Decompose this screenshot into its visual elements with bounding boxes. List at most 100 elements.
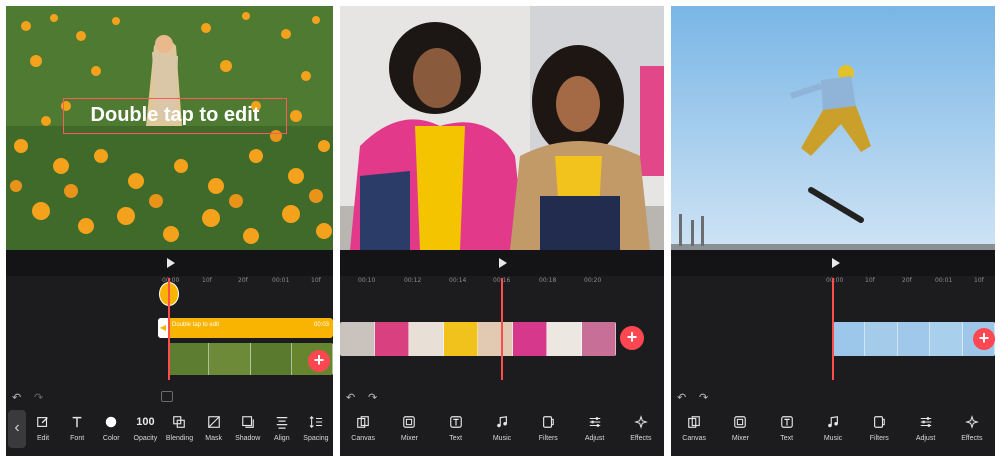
playhead[interactable] bbox=[501, 278, 503, 380]
ruler-label: 00:14 bbox=[449, 277, 467, 284]
adjust-icon bbox=[587, 414, 603, 430]
video-thumbnail bbox=[443, 322, 478, 356]
video-preview[interactable] bbox=[340, 6, 664, 250]
ruler-label: 00:18 bbox=[539, 277, 557, 284]
redo-icon[interactable]: ↷ bbox=[34, 391, 43, 404]
history-controls: ↶ ↷ bbox=[346, 391, 406, 405]
text-editor-screen: Double tap to edit 00:00 10f 20f 00:01 1… bbox=[6, 6, 333, 456]
tool-opacity[interactable]: 100 Opacity bbox=[128, 408, 162, 456]
tool-mixer[interactable]: Mixer bbox=[386, 408, 432, 456]
main-editor-screen: 00:10 00:12 00:14 00:16 00:18 00:20 + ↶ … bbox=[340, 6, 664, 456]
video-thumbnail bbox=[340, 322, 375, 356]
tool-label: Filters bbox=[538, 435, 558, 442]
play-icon[interactable] bbox=[832, 258, 840, 268]
play-icon[interactable] bbox=[167, 258, 175, 268]
history-controls: ↶ ↷ bbox=[12, 391, 72, 405]
video-thumbnail bbox=[897, 322, 931, 356]
ruler-label: 10f bbox=[202, 277, 212, 284]
split-icon[interactable] bbox=[161, 391, 173, 402]
video-track[interactable] bbox=[340, 322, 616, 356]
video-thumbnail bbox=[865, 322, 898, 356]
tool-label: Text bbox=[780, 435, 794, 442]
tool-music[interactable]: Music bbox=[479, 408, 525, 456]
tool-label: Align bbox=[274, 435, 290, 442]
tool-label: Color bbox=[102, 435, 120, 442]
tool-spacing[interactable]: Spacing bbox=[299, 408, 333, 456]
video-track[interactable] bbox=[833, 322, 995, 356]
adjust-icon bbox=[918, 414, 934, 430]
tool-filters[interactable]: Filters bbox=[856, 408, 902, 456]
tool-align[interactable]: Align bbox=[265, 408, 299, 456]
clip-handle-left[interactable]: ◀ bbox=[158, 318, 168, 338]
tool-music[interactable]: Music bbox=[810, 408, 856, 456]
tool-mixer[interactable]: Mixer bbox=[717, 408, 763, 456]
video-thumbnail bbox=[168, 343, 210, 375]
clip-duration: 00:03 bbox=[313, 322, 329, 328]
tool-text[interactable]: Text bbox=[764, 408, 810, 456]
video-thumbnail bbox=[209, 343, 251, 375]
couple-image bbox=[340, 6, 664, 250]
music-icon bbox=[825, 414, 841, 430]
text-overlay-box[interactable]: Double tap to edit bbox=[63, 98, 287, 134]
tool-blending[interactable]: Blending bbox=[162, 408, 196, 456]
tool-mask[interactable]: Mask bbox=[197, 408, 231, 456]
tool-label: Edit bbox=[37, 435, 50, 442]
undo-icon[interactable]: ↶ bbox=[12, 391, 21, 404]
tool-color[interactable]: Color bbox=[94, 408, 128, 456]
undo-icon[interactable]: ↶ bbox=[677, 391, 686, 404]
video-preview[interactable] bbox=[671, 6, 995, 250]
font-icon bbox=[69, 414, 85, 430]
back-button[interactable]: ‹ bbox=[8, 410, 26, 448]
playhead[interactable] bbox=[832, 278, 834, 380]
blending-icon bbox=[171, 414, 187, 430]
skateboarder-image bbox=[671, 6, 995, 250]
video-thumbnail bbox=[409, 322, 444, 356]
video-thumbnail bbox=[581, 322, 616, 356]
video-thumbnail bbox=[478, 322, 513, 356]
color-icon bbox=[103, 414, 119, 430]
video-preview[interactable]: Double tap to edit bbox=[6, 6, 333, 250]
mask-icon bbox=[206, 414, 222, 430]
tool-effects[interactable]: Effects bbox=[618, 408, 664, 456]
tool-font[interactable]: Font bbox=[60, 408, 94, 456]
tool-label: Mixer bbox=[731, 435, 749, 442]
clip-label: Double tap to edit bbox=[172, 322, 220, 328]
redo-icon[interactable]: ↷ bbox=[699, 391, 708, 404]
tool-effects[interactable]: Effects bbox=[949, 408, 995, 456]
tool-label: Mixer bbox=[400, 435, 418, 442]
filters-icon bbox=[871, 414, 887, 430]
history-controls: ↶ ↷ bbox=[677, 391, 737, 405]
tool-canvas[interactable]: Canvas bbox=[671, 408, 717, 456]
add-clip-button[interactable]: + bbox=[973, 328, 995, 350]
tool-label: Music bbox=[823, 435, 843, 442]
tool-label: Font bbox=[70, 435, 85, 442]
undo-icon[interactable]: ↶ bbox=[346, 391, 355, 404]
opacity-value: 100 bbox=[136, 414, 154, 430]
tool-adjust[interactable]: Adjust bbox=[571, 408, 617, 456]
add-clip-button[interactable]: + bbox=[308, 350, 330, 372]
filters-icon bbox=[540, 414, 556, 430]
tool-text[interactable]: Text bbox=[433, 408, 479, 456]
tool-label: Effects bbox=[961, 435, 983, 442]
video-thumbnail bbox=[547, 322, 582, 356]
main-toolbar: Canvas Mixer Text Music Filters Adjust E… bbox=[671, 408, 995, 456]
tool-edit[interactable]: Edit bbox=[26, 408, 60, 456]
tool-adjust[interactable]: Adjust bbox=[902, 408, 948, 456]
music-icon bbox=[494, 414, 510, 430]
play-icon[interactable] bbox=[499, 258, 507, 268]
add-clip-button[interactable]: + bbox=[620, 326, 644, 350]
canvas-icon bbox=[686, 414, 702, 430]
tool-shadow[interactable]: Shadow bbox=[231, 408, 265, 456]
ruler-label: 00:01 bbox=[935, 277, 953, 284]
tool-filters[interactable]: Filters bbox=[525, 408, 571, 456]
tool-canvas[interactable]: Canvas bbox=[340, 408, 386, 456]
redo-icon[interactable]: ↷ bbox=[368, 391, 377, 404]
effects-icon bbox=[633, 414, 649, 430]
video-thumbnail bbox=[250, 343, 292, 375]
playback-bar bbox=[340, 250, 664, 276]
mixer-icon bbox=[732, 414, 748, 430]
mixer-icon bbox=[401, 414, 417, 430]
playhead[interactable] bbox=[168, 278, 170, 380]
text-clip[interactable]: ◀ Double tap to edit 00:03 bbox=[158, 318, 333, 338]
main-toolbar: Canvas Mixer Text Music Filters Adjust E… bbox=[340, 408, 664, 456]
